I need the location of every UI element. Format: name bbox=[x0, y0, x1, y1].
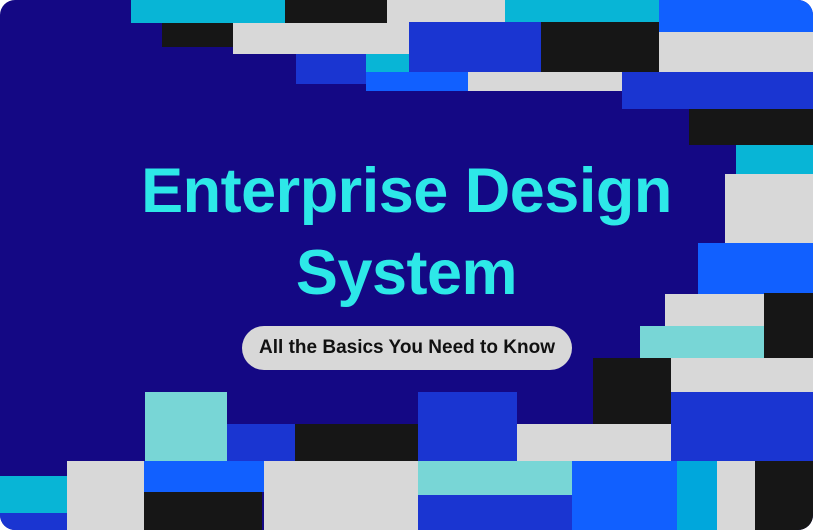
decorative-block bbox=[131, 0, 285, 23]
decorative-block bbox=[400, 424, 418, 461]
decorative-block bbox=[572, 461, 677, 530]
decorative-block bbox=[671, 392, 813, 461]
decorative-block bbox=[0, 513, 67, 530]
decorative-block bbox=[366, 72, 468, 91]
decorative-block bbox=[227, 424, 295, 461]
title-line-2: System bbox=[295, 238, 518, 308]
decorative-block bbox=[755, 461, 813, 530]
decorative-block bbox=[622, 72, 813, 109]
subtitle-text: All the Basics You Need to Know bbox=[259, 337, 555, 358]
decorative-block bbox=[409, 22, 541, 72]
decorative-block bbox=[418, 392, 517, 461]
decorative-block bbox=[144, 461, 264, 492]
decorative-block bbox=[418, 461, 572, 495]
banner-title: Enterprise Design System bbox=[0, 150, 813, 314]
decorative-block bbox=[162, 23, 233, 47]
subtitle-pill: All the Basics You Need to Know bbox=[242, 326, 572, 370]
decorative-block bbox=[387, 0, 505, 23]
decorative-block bbox=[468, 72, 622, 91]
decorative-block bbox=[366, 54, 409, 72]
decorative-block bbox=[659, 32, 813, 72]
decorative-block bbox=[264, 461, 418, 530]
decorative-block bbox=[677, 461, 717, 530]
decorative-block bbox=[0, 476, 67, 513]
decorative-block bbox=[541, 22, 659, 72]
title-line-1: Enterprise Design bbox=[141, 156, 672, 226]
decorative-block bbox=[233, 23, 409, 54]
decorative-block bbox=[400, 461, 418, 530]
decorative-block bbox=[717, 461, 755, 530]
decorative-block bbox=[418, 495, 572, 530]
decorative-block bbox=[285, 0, 387, 23]
decorative-block bbox=[689, 109, 813, 145]
decorative-block bbox=[593, 358, 671, 424]
decorative-block bbox=[671, 358, 813, 392]
decorative-block bbox=[640, 326, 764, 358]
decorative-block bbox=[659, 0, 813, 32]
banner-card: Enterprise Design System All the Basics … bbox=[0, 0, 813, 530]
decorative-block bbox=[144, 492, 262, 530]
decorative-block bbox=[296, 54, 366, 84]
decorative-block bbox=[145, 392, 227, 461]
decorative-block bbox=[517, 424, 671, 461]
decorative-block bbox=[505, 0, 659, 22]
decorative-block bbox=[67, 461, 144, 530]
